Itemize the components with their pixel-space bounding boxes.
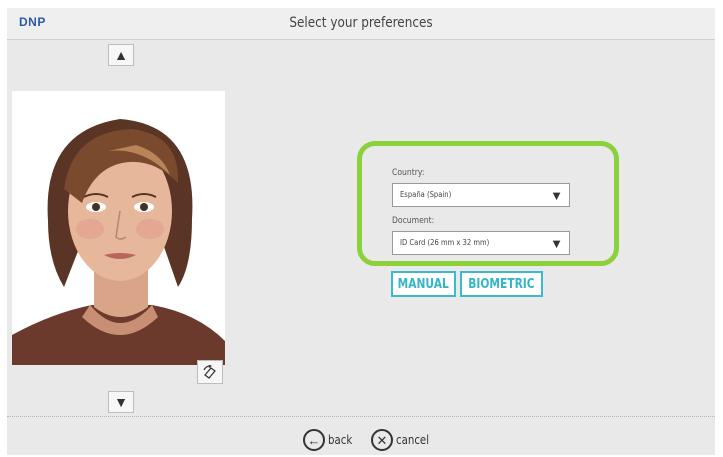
rotate-button[interactable] [197,360,223,384]
back-label: back [328,433,353,447]
scroll-down-button[interactable]: ▼ [108,391,134,413]
manual-button[interactable]: MANUAL [391,271,456,297]
title-bar: DNP Select your preferences [7,8,715,40]
triangle-up-icon: ▲ [114,47,128,63]
document-label: Document: [392,216,435,226]
brand-logo: DNP [19,15,46,29]
cancel-label: cancel [396,433,430,447]
rotate-icon [203,365,216,379]
biometric-button-label: BIOMETRIC [468,276,535,292]
close-icon: ✕ [371,429,393,451]
back-button[interactable]: ← back [303,428,357,452]
portrait-image [12,91,225,365]
app-window: DNP Select your preferences ▲ ▼ Country:… [7,8,715,455]
country-value: España (Spain) [400,190,452,199]
preferences-panel: Country: España (Spain) ▼ Document: ID C… [357,141,619,266]
arrow-left-icon: ← [303,429,325,451]
country-select[interactable]: España (Spain) ▼ [392,183,570,207]
portrait-photo [12,91,225,365]
document-value: ID Card (26 mm x 32 mm) [400,238,490,247]
manual-button-label: MANUAL [397,276,450,292]
biometric-button[interactable]: BIOMETRIC [460,271,543,297]
chevron-down-icon: ▼ [550,188,563,203]
triangle-down-icon: ▼ [114,394,128,410]
chevron-down-icon: ▼ [550,236,563,251]
cancel-button[interactable]: ✕ cancel [371,428,435,452]
country-label: Country: [392,168,425,178]
document-select[interactable]: ID Card (26 mm x 32 mm) ▼ [392,231,570,255]
scroll-up-button[interactable]: ▲ [108,44,134,66]
footer-divider [7,416,715,417]
page-title: Select your preferences [289,15,433,31]
